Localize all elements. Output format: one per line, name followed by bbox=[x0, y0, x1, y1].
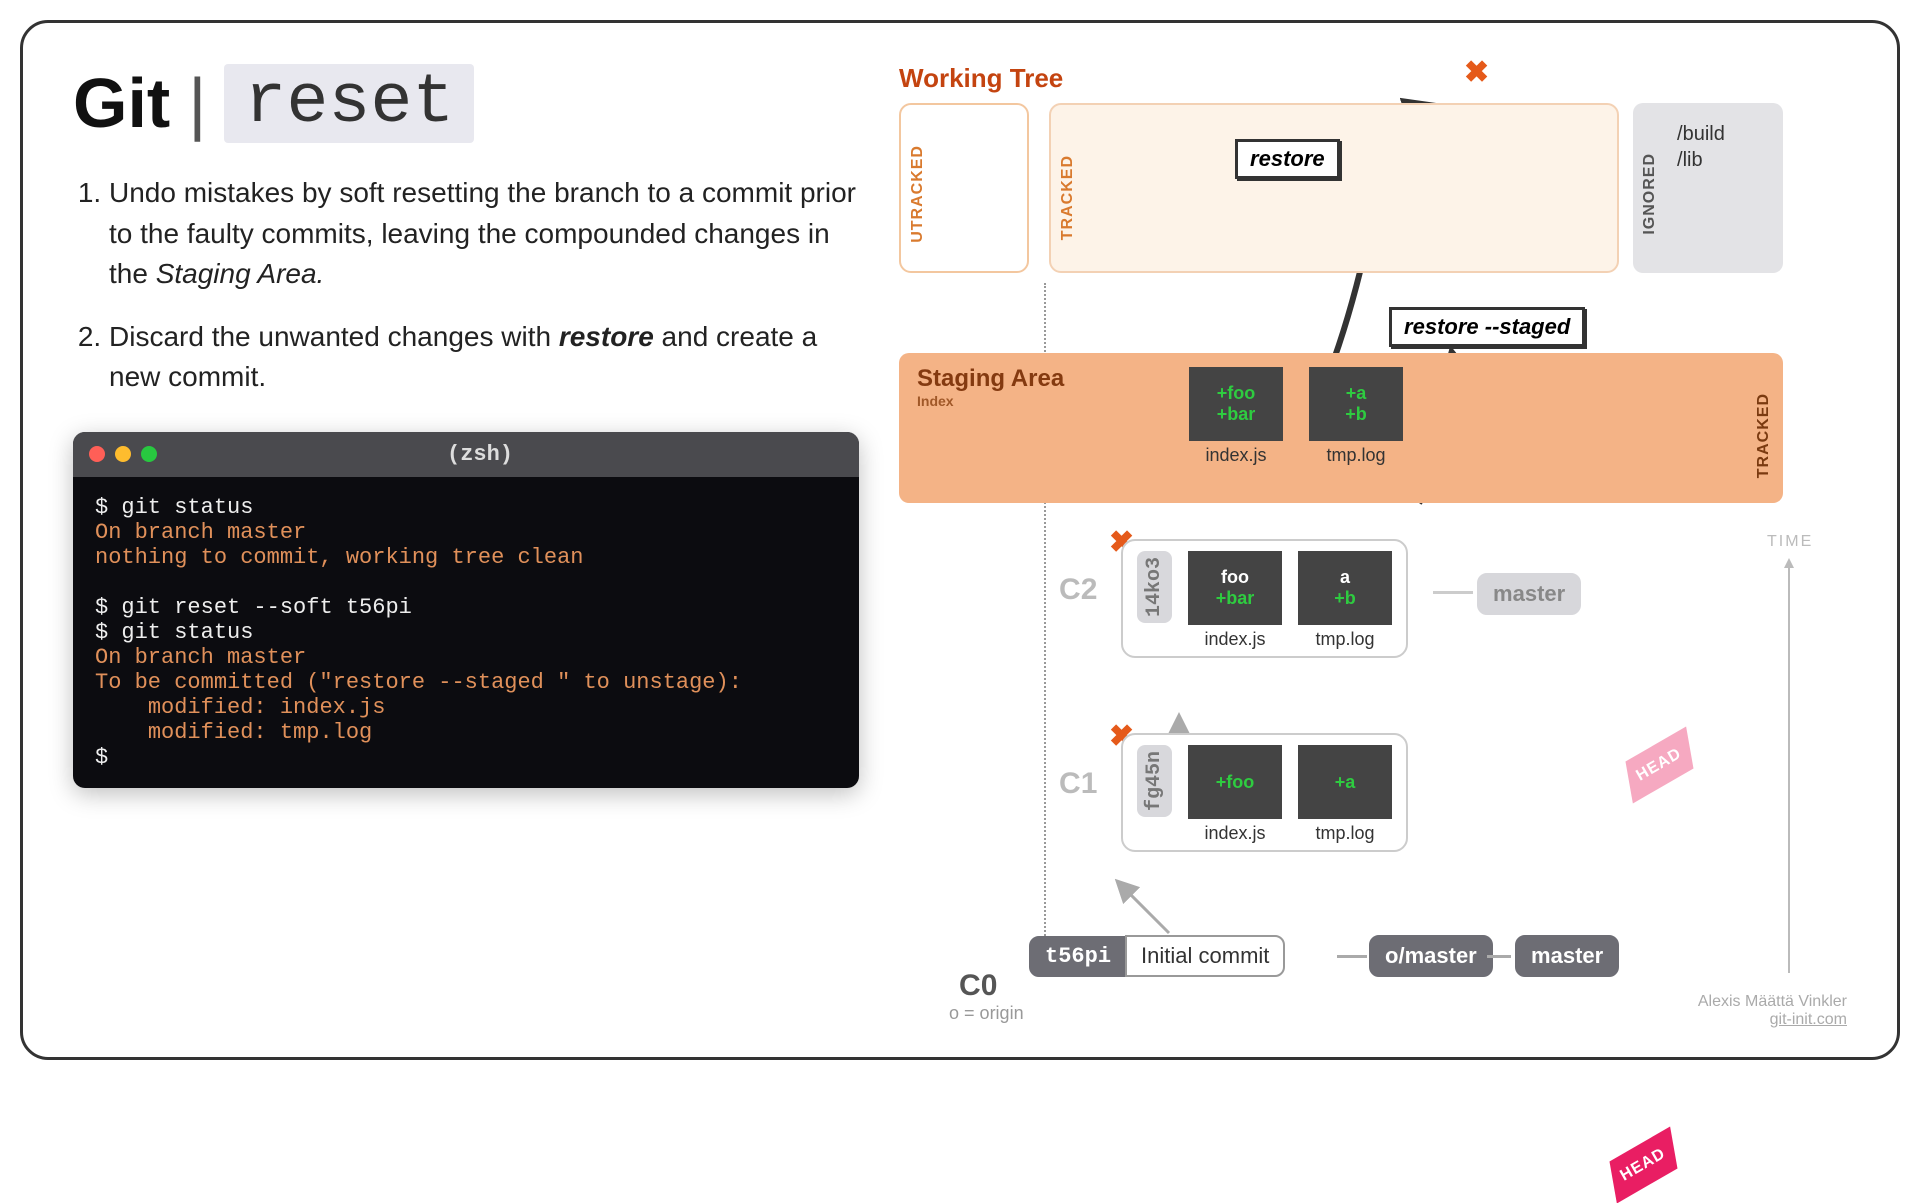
author-name: Alexis Määttä Vinkler bbox=[1698, 993, 1847, 1011]
discard-cross-icon: ✖ bbox=[1464, 55, 1489, 90]
zoom-icon bbox=[141, 446, 157, 462]
commit-message: Initial commit bbox=[1125, 935, 1285, 977]
commit-label: C1 bbox=[1059, 767, 1097, 801]
terminal-body: git status On branch master nothing to c… bbox=[73, 477, 859, 788]
staging-title: Staging Area bbox=[917, 365, 1064, 393]
commit-label: C0 bbox=[959, 969, 997, 1003]
file-name: index.js bbox=[1189, 445, 1283, 466]
terminal: (zsh) git status On branch master nothin… bbox=[73, 432, 859, 788]
title-pipe: | bbox=[188, 63, 206, 143]
branch-pill-stale: master bbox=[1477, 573, 1581, 615]
step-2-strong: restore bbox=[559, 321, 654, 352]
ignored-files: /build /lib bbox=[1677, 121, 1725, 173]
file-name: index.js bbox=[1188, 823, 1282, 844]
step-2: Discard the unwanted changes with restor… bbox=[109, 317, 859, 398]
git-diagram: Working Tree UTRACKED TRACKED IGNORED /b… bbox=[889, 63, 1847, 1017]
file-tile: +atmp.log bbox=[1298, 745, 1392, 844]
ignored-file: /lib bbox=[1677, 147, 1725, 173]
step-1-em: Staging Area. bbox=[156, 258, 325, 289]
origin-legend: o = origin bbox=[949, 1003, 1024, 1024]
commit-hash: t56pi bbox=[1029, 936, 1127, 977]
untracked-box: UTRACKED bbox=[899, 103, 1029, 273]
commit-box: 14ko3 foo+barindex.jsa+btmp.log bbox=[1121, 539, 1408, 658]
ignored-file: /build bbox=[1677, 121, 1725, 147]
tracked-box: TRACKED bbox=[1049, 103, 1619, 273]
title-command: reset bbox=[224, 64, 474, 143]
step-1: Undo mistakes by soft resetting the bran… bbox=[109, 173, 859, 295]
file-name: tmp.log bbox=[1309, 445, 1403, 466]
author-site-link[interactable]: git-init.com bbox=[1770, 1011, 1847, 1028]
commit-label: C2 bbox=[1059, 573, 1097, 607]
commit-box: fg45n +fooindex.js+atmp.log bbox=[1121, 733, 1408, 852]
commit-hash: fg45n bbox=[1137, 745, 1172, 817]
staging-subtitle: Index bbox=[917, 393, 1064, 409]
file-tile: +fooindex.js bbox=[1188, 745, 1282, 844]
file-tile: a+btmp.log bbox=[1298, 551, 1392, 650]
staging-tracked-label: TRACKED bbox=[1755, 393, 1773, 478]
file-tile: foo+barindex.js bbox=[1188, 551, 1282, 650]
page-title: Git | reset bbox=[73, 63, 859, 143]
ignored-label: IGNORED bbox=[1641, 153, 1659, 235]
restore-staged-badge: restore --staged bbox=[1389, 307, 1585, 347]
terminal-titlebar: (zsh) bbox=[73, 432, 859, 477]
file-name: tmp.log bbox=[1298, 629, 1392, 650]
terminal-title: (zsh) bbox=[167, 442, 793, 467]
working-tree-label: Working Tree bbox=[899, 63, 1063, 94]
title-brand: Git bbox=[73, 63, 170, 143]
branch-pill: o/master bbox=[1369, 935, 1493, 977]
file-tile: +a+btmp.log bbox=[1309, 367, 1403, 466]
file-name: tmp.log bbox=[1298, 823, 1392, 844]
time-label: TIME bbox=[1767, 533, 1813, 551]
file-name: index.js bbox=[1188, 629, 1282, 650]
close-icon bbox=[89, 446, 105, 462]
branch-pill: master bbox=[1515, 935, 1619, 977]
steps-list: Undo mistakes by soft resetting the bran… bbox=[73, 173, 859, 398]
ignored-box: IGNORED /build /lib bbox=[1633, 103, 1783, 273]
staging-files: +foo+barindex.js +a+btmp.log bbox=[1189, 367, 1403, 466]
minimize-icon bbox=[115, 446, 131, 462]
restore-badge: restore bbox=[1235, 139, 1340, 179]
step-2-text: Discard the unwanted changes with bbox=[109, 321, 559, 352]
staging-area: Staging Area Index TRACKED +foo+barindex… bbox=[899, 353, 1783, 503]
tracked-label: TRACKED bbox=[1059, 155, 1077, 240]
commit-hash: 14ko3 bbox=[1137, 551, 1172, 623]
untracked-label: UTRACKED bbox=[909, 145, 927, 243]
file-tile: +foo+barindex.js bbox=[1189, 367, 1283, 466]
